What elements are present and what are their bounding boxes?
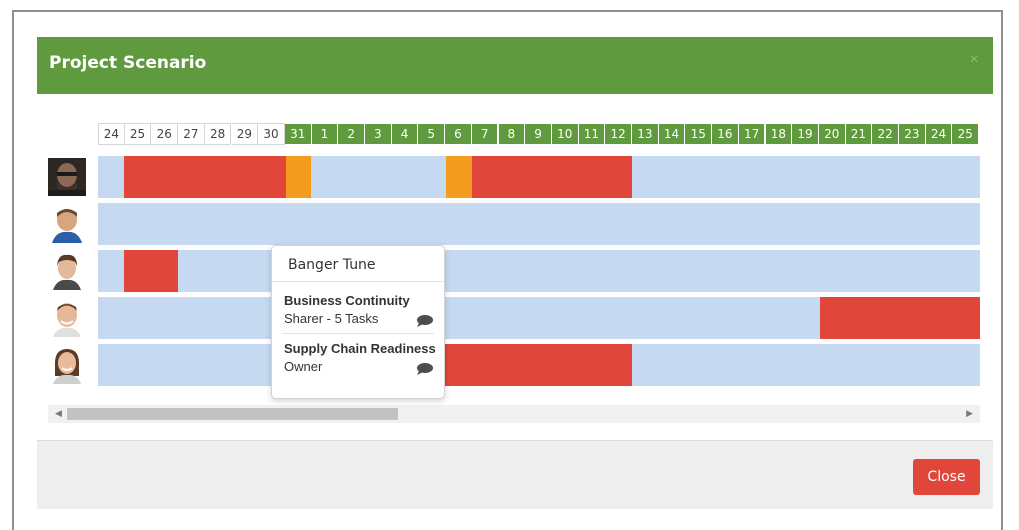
task-bar[interactable] bbox=[440, 344, 632, 386]
task-name[interactable]: Supply Chain Readiness bbox=[284, 341, 436, 356]
comment-icon[interactable] bbox=[416, 363, 434, 375]
day-header-cell: 18 bbox=[765, 123, 793, 145]
day-header-cell: 21 bbox=[845, 123, 873, 145]
person-avatar-3 bbox=[48, 252, 86, 290]
scrollbar-thumb[interactable] bbox=[67, 408, 398, 420]
day-header-cell: 17 bbox=[738, 123, 766, 145]
day-header-cell: 25 bbox=[124, 123, 152, 145]
day-header-cell: 1 bbox=[311, 123, 339, 145]
day-header-cell: 19 bbox=[792, 123, 819, 145]
task-bar[interactable] bbox=[286, 156, 311, 198]
day-header-cell: 27 bbox=[178, 123, 205, 145]
day-header-cell: 15 bbox=[685, 123, 713, 145]
timeline-row-2 bbox=[98, 203, 980, 245]
day-header-cell: 16 bbox=[712, 123, 739, 145]
day-header-cell: 2 bbox=[338, 123, 365, 145]
day-header-cell: 20 bbox=[818, 123, 846, 145]
day-header-cell: 10 bbox=[551, 123, 579, 145]
day-header-cell: 5 bbox=[418, 123, 446, 145]
person-avatar-2 bbox=[48, 205, 86, 243]
popover-title: Banger Tune bbox=[288, 257, 376, 273]
day-header-cell: 30 bbox=[258, 123, 285, 145]
task-role: Sharer - 5 Tasks bbox=[284, 311, 379, 326]
day-header-cell: 4 bbox=[391, 123, 419, 145]
day-header-cell: 25 bbox=[952, 123, 980, 145]
day-header-cell: 29 bbox=[231, 123, 259, 145]
day-header-cell: 26 bbox=[151, 123, 179, 145]
day-header-cell: 31 bbox=[284, 123, 312, 145]
scroll-right-arrow-icon[interactable]: ▶ bbox=[966, 408, 973, 419]
day-header-cell: 7 bbox=[471, 123, 499, 145]
task-role: Owner bbox=[284, 359, 323, 374]
day-header-cell: 6 bbox=[445, 123, 472, 145]
day-header-cell: 11 bbox=[578, 123, 606, 145]
task-bar[interactable] bbox=[446, 156, 472, 198]
day-header-cell: 14 bbox=[658, 123, 686, 145]
day-header-cell: 24 bbox=[925, 123, 953, 145]
modal-footer: Close bbox=[37, 440, 993, 509]
person-avatar-5 bbox=[48, 346, 86, 384]
task-bar[interactable] bbox=[124, 156, 286, 198]
divider bbox=[272, 281, 444, 282]
scroll-left-arrow-icon[interactable]: ◀ bbox=[55, 408, 62, 419]
day-header-cell: 22 bbox=[872, 123, 899, 145]
close-icon[interactable]: × bbox=[970, 51, 979, 69]
modal-header: Project Scenario × bbox=[37, 37, 993, 94]
divider bbox=[282, 333, 434, 334]
day-header-cell: 3 bbox=[365, 123, 392, 145]
task-bar[interactable] bbox=[124, 250, 178, 292]
day-header-cell: 8 bbox=[498, 123, 526, 145]
task-name[interactable]: Business Continuity bbox=[284, 293, 410, 308]
task-bar[interactable] bbox=[820, 297, 980, 339]
person-avatar-1 bbox=[48, 158, 86, 196]
day-header-cell: 12 bbox=[605, 123, 632, 145]
day-header-cell: 24 bbox=[98, 123, 125, 145]
close-button[interactable]: Close bbox=[913, 459, 980, 495]
horizontal-scrollbar[interactable]: ◀ ▶ bbox=[48, 405, 980, 423]
day-header-cell: 28 bbox=[204, 123, 232, 145]
day-header-cell: 23 bbox=[899, 123, 926, 145]
task-popover: Banger Tune Business Continuity Sharer -… bbox=[271, 245, 445, 399]
day-header-cell: 13 bbox=[632, 123, 659, 145]
person-avatar-4 bbox=[48, 299, 86, 337]
task-bar[interactable] bbox=[472, 156, 632, 198]
comment-icon[interactable] bbox=[416, 315, 434, 327]
timeline-row-3 bbox=[98, 250, 980, 292]
day-header-cell: 9 bbox=[525, 123, 552, 145]
modal-title: Project Scenario bbox=[49, 53, 207, 73]
